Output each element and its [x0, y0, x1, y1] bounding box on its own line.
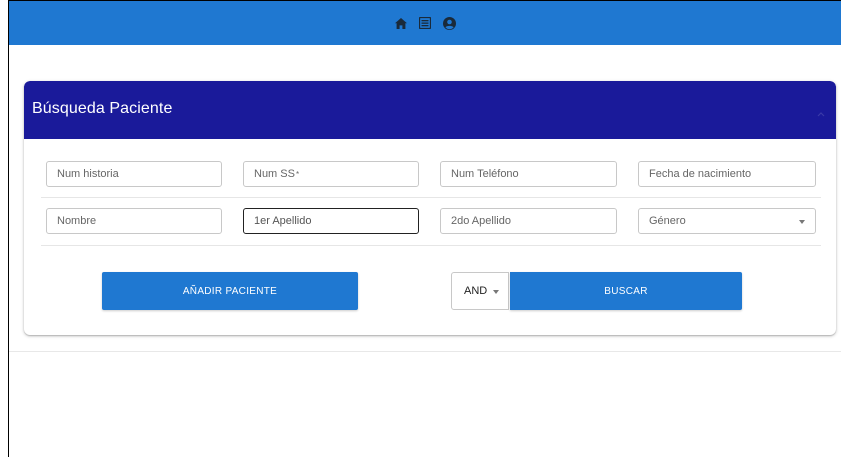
patient-search-card: Búsqueda Paciente Num historia Num SS * N…	[24, 81, 836, 335]
num-ss-placeholder: Num SS	[254, 168, 295, 180]
genero-placeholder: Género	[649, 215, 686, 227]
apellido2-placeholder: 2do Apellido	[451, 215, 511, 227]
apellido1-placeholder: 1er Apellido	[254, 215, 312, 227]
nombre-placeholder: Nombre	[57, 215, 97, 227]
logic-operator-select[interactable]: AND	[451, 272, 509, 310]
genero-select[interactable]: Género	[638, 208, 816, 234]
user-circle-icon[interactable]	[442, 16, 456, 30]
num-ss-field[interactable]: Num SS *	[243, 161, 419, 187]
card-header[interactable]: Búsqueda Paciente	[24, 81, 836, 139]
num-telefono-field[interactable]: Num Teléfono	[440, 161, 617, 187]
num-historia-field[interactable]: Num historia	[46, 161, 222, 187]
window-frame-left	[8, 0, 9, 457]
logic-operator-value: AND	[464, 285, 488, 297]
add-patient-button[interactable]: AÑADIR PACIENTE	[102, 272, 358, 310]
footer-divider	[9, 351, 841, 352]
dropdown-arrow-icon	[493, 290, 499, 294]
nombre-field[interactable]: Nombre	[46, 208, 222, 234]
num-telefono-placeholder: Num Teléfono	[451, 168, 519, 180]
required-marker: *	[295, 169, 300, 179]
search-button[interactable]: BUSCAR	[510, 272, 742, 310]
dropdown-arrow-icon	[799, 220, 805, 224]
apellido1-field[interactable]: 1er Apellido	[243, 208, 419, 234]
row-divider	[41, 197, 821, 198]
card-title: Búsqueda Paciente	[32, 100, 173, 117]
home-icon[interactable]	[394, 16, 408, 30]
apellido2-field[interactable]: 2do Apellido	[440, 208, 617, 234]
fecha-nacimiento-field[interactable]: Fecha de nacimiento	[638, 161, 816, 187]
row-divider	[41, 245, 821, 246]
num-historia-placeholder: Num historia	[57, 168, 119, 180]
top-navigation-bar	[9, 1, 841, 45]
list-icon[interactable]	[418, 16, 432, 30]
fecha-nacimiento-placeholder: Fecha de nacimiento	[649, 168, 752, 180]
chevron-up-icon[interactable]	[816, 105, 826, 117]
